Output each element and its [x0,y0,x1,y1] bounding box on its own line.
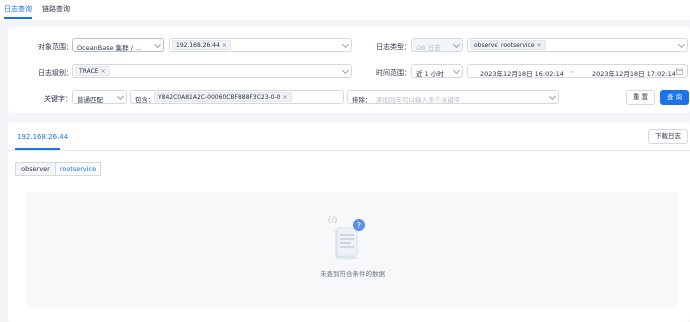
keyword-label: 关键字： [44,95,72,103]
close-icon[interactable]: × [222,42,227,49]
scope-label: 对象范围： [38,43,73,51]
exclude-placeholder: 添加回车可以输入多个关键字 [376,96,461,104]
time-preset-value: 近 1 小时 [416,70,444,78]
chevron-down-icon [341,40,350,49]
download-log-button[interactable]: 下载日志 [648,129,688,144]
svg-text:?: ? [357,221,361,230]
empty-text: 未查到符合条件的数据 [320,270,385,278]
log-type-label: 日志类型： [376,43,411,51]
close-icon[interactable]: × [101,68,106,75]
trace-tag: TRACE × [75,66,110,76]
segment-rootservice[interactable]: rootservice [55,162,101,176]
log-type-value: OB 日志 [416,44,441,52]
empty-document-icon: {/} ? [327,216,365,260]
calendar-icon [676,68,683,75]
start-date[interactable]: 2023年12月18日 16:02:14 [480,68,564,78]
chevron-down-icon [548,92,557,101]
close-icon[interactable]: × [537,42,542,49]
active-tab-indicator [4,17,32,19]
time-preset-select[interactable]: 近 1 小时 [411,64,463,78]
contains-label: 包含： [135,96,155,104]
ip-select[interactable]: 192.168.26.44 × [169,38,352,52]
svg-text:{/}: {/} [327,216,338,224]
exclude-label: 排除： [352,96,372,104]
chevron-down-icon [452,40,461,49]
rootservice-tag: rootservice × [497,40,546,50]
date-range-picker[interactable]: 2023年12月18日 16:02:14 → 2023年12月18日 17:02… [467,64,688,78]
query-button[interactable]: 查 询 [660,90,689,105]
time-range-label: 时间范围： [376,69,411,77]
chevron-down-icon [677,40,686,49]
reset-button[interactable]: 重 置 [626,90,655,105]
chevron-down-icon [341,66,350,75]
tab-divider [8,150,690,151]
contains-input[interactable]: 包含： Y842C0A81A2C-00060CBF888F3C23-0-0 × [130,90,344,104]
scope-value: OceanBase 集群 / ... [77,44,142,52]
chevron-down-icon [452,66,461,75]
exclude-input[interactable]: 排除： 添加回车可以输入多个关键字 [347,90,559,104]
log-level-label: 日志级别： [38,69,73,77]
ip-tag: 192.168.26.44 × [172,40,231,50]
host-tab[interactable]: 192.168.26.44 [17,133,68,141]
match-mode-select[interactable]: 普通匹配 [72,90,127,104]
match-mode-value: 普通匹配 [77,96,103,104]
range-arrow: → [569,68,575,76]
tab-trace-query[interactable]: 链路查询 [42,4,70,14]
empty-state: {/} ? 未查到符合条件的数据 [26,192,678,308]
log-subtype-select[interactable]: observer× rootservice× [467,38,688,52]
chevron-down-icon [116,92,125,101]
chevron-down-icon [153,40,162,49]
log-level-select[interactable]: TRACE × [72,64,352,78]
end-date[interactable]: 2023年12月18日 17:02:14 [592,68,676,78]
log-type-select: OB 日志 [411,38,463,52]
segment-observer[interactable]: observer [15,162,56,176]
top-nav: 日志查询 链路查询 [0,0,690,20]
keyword-tag: Y842C0A81A2C-00060CBF888F3C23-0-0 × [154,92,292,102]
close-icon[interactable]: × [283,94,288,101]
tab-log-query[interactable]: 日志查询 [4,4,32,14]
scope-select[interactable]: OceanBase 集群 / ... [72,38,164,52]
